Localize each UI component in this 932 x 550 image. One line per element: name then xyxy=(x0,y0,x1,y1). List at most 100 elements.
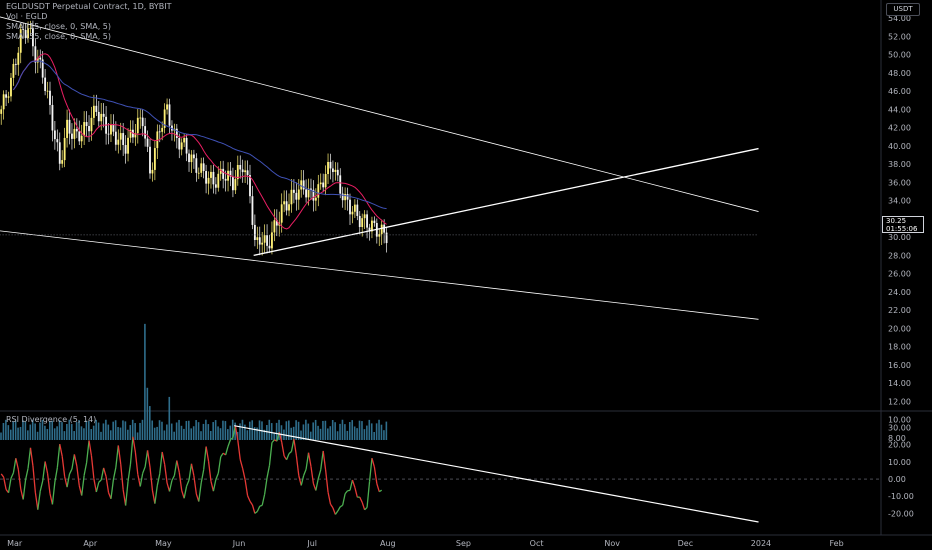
volume-bar xyxy=(317,425,319,440)
rsi-segment-down xyxy=(237,440,241,460)
volume-bar xyxy=(334,422,336,440)
rsi-segment-up xyxy=(10,472,15,479)
rsi-segment-up xyxy=(217,456,222,474)
rsi-segment-up xyxy=(339,504,344,508)
volume-bar xyxy=(209,430,212,440)
trendline-upper-falling xyxy=(0,16,759,212)
rsi-segment-up xyxy=(71,454,76,470)
candle-down xyxy=(285,201,288,211)
rsi-segment-up xyxy=(285,453,290,460)
candle-down xyxy=(302,180,305,190)
rsi-segment-down xyxy=(137,474,141,487)
candle-up xyxy=(2,94,5,110)
candle-down xyxy=(322,182,325,188)
candle-up xyxy=(380,224,383,235)
candle-up xyxy=(256,237,259,240)
volume-bar xyxy=(227,429,229,440)
rsi-segment-down xyxy=(249,500,253,506)
rsi-segment-up xyxy=(129,436,134,465)
rsi-segment-down xyxy=(178,472,183,491)
candle-down xyxy=(14,63,17,65)
candle-up xyxy=(353,204,356,212)
volume-bar xyxy=(63,431,66,440)
volume-bar xyxy=(163,430,166,440)
volume-bar xyxy=(124,421,127,440)
candle-down xyxy=(251,196,254,225)
candle-up xyxy=(10,77,12,97)
volume-bar xyxy=(144,323,146,440)
rsi-segment-down xyxy=(61,456,66,477)
rsi-segment-up xyxy=(288,450,292,455)
volume-bar xyxy=(248,421,251,440)
candle-up xyxy=(351,211,354,215)
rsi-segment-up xyxy=(259,504,263,507)
candle-up xyxy=(61,160,64,164)
candle-up xyxy=(66,119,68,138)
volume-bar xyxy=(168,396,171,440)
rsi-legend[interactable]: RSI Divergence (5, 14) xyxy=(6,415,96,425)
candle-down xyxy=(5,94,8,98)
candle-up xyxy=(290,189,293,205)
rsi-segment-up xyxy=(127,463,132,482)
rsi-segment-up xyxy=(344,490,349,495)
candle-up xyxy=(127,137,129,154)
rsi-segment-down xyxy=(207,461,212,482)
volume-bar xyxy=(97,422,100,440)
currency-button[interactable]: USDT xyxy=(886,3,920,16)
last-price: 30.25 xyxy=(886,217,907,225)
volume-bar xyxy=(139,422,141,440)
sma-fast-legend[interactable]: SMA (15, close, 0, SMA, 5) xyxy=(6,22,111,32)
rsi-segment-up xyxy=(81,475,85,496)
candle-up xyxy=(363,214,366,219)
rsi-segment-down xyxy=(246,495,251,502)
volume-bar xyxy=(339,423,341,440)
rsi-segment-up xyxy=(317,469,322,479)
volume-bar xyxy=(268,419,271,440)
candle-up xyxy=(207,177,210,184)
candle-up xyxy=(297,189,300,200)
volume-bar xyxy=(29,424,32,440)
rsi-segment-down xyxy=(307,452,312,467)
price-chart[interactable]: 54.0052.0050.0048.0046.0044.0042.0040.00… xyxy=(0,0,932,550)
rsi-segment-down xyxy=(281,442,285,457)
rsi-segment-up xyxy=(320,450,324,470)
rsi-segment-down xyxy=(32,465,37,493)
candle-down xyxy=(356,204,359,216)
candle-up xyxy=(200,163,203,173)
rsi-segment-down xyxy=(103,467,107,477)
candle-down xyxy=(51,104,54,131)
candle-up xyxy=(80,135,83,142)
rsi-segment-down xyxy=(76,465,80,486)
volume-bar xyxy=(46,428,49,440)
rsi-segment-up xyxy=(366,481,371,508)
candle-down xyxy=(222,168,225,179)
rsi-segment-down xyxy=(93,478,97,493)
price-tick-label: 18.00 xyxy=(888,343,911,352)
volume-legend[interactable]: Vol · EGLD xyxy=(6,12,47,22)
rsi-segment-down xyxy=(327,491,332,505)
volume-bar xyxy=(217,426,219,440)
rsi-segment-up xyxy=(142,466,146,474)
volume-bar xyxy=(170,423,173,440)
rsi-tick-label: -20.00 xyxy=(888,509,914,518)
rsi-segment-down xyxy=(0,473,5,478)
rsi-segment-up xyxy=(156,473,161,486)
candle-down xyxy=(266,235,268,246)
candle-down xyxy=(336,169,339,176)
volume-bar xyxy=(373,431,375,440)
rsi-segment-down xyxy=(205,446,210,462)
volume-bar xyxy=(361,421,363,440)
price-tick-label: 28.00 xyxy=(888,251,911,260)
rsi-segment-up xyxy=(42,461,46,482)
rsi-segment-up xyxy=(224,446,229,456)
time-tick-label: Apr xyxy=(83,539,98,548)
volume-bar xyxy=(305,419,307,440)
sma-slow-legend[interactable]: SMA (55, close, 0, SMA, 5) xyxy=(6,32,111,42)
volume-bar xyxy=(73,431,75,440)
time-tick-label: Jun xyxy=(232,539,246,548)
candle-down xyxy=(149,146,151,174)
rsi-segment-up xyxy=(300,475,305,486)
rsi-segment-down xyxy=(324,469,329,493)
rsi-segment-up xyxy=(68,468,73,475)
volume-bar xyxy=(327,428,329,440)
